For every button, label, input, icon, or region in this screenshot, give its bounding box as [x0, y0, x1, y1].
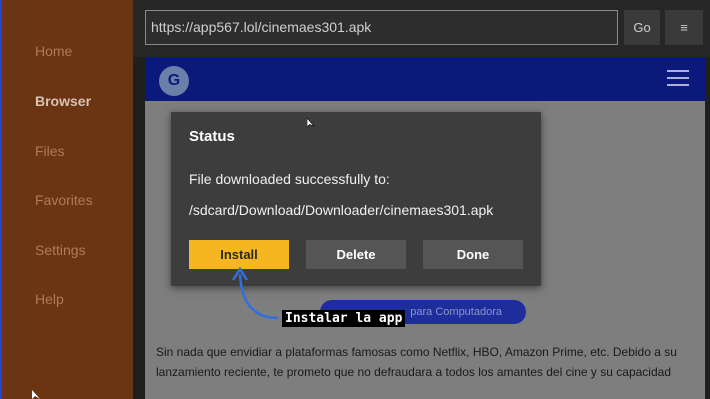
sidebar-item-settings[interactable]: Settings — [35, 242, 86, 258]
annotation-label: Instalar la app — [282, 310, 406, 327]
paragraph-line-2: lanzamiento reciente, te prometo que no … — [156, 365, 671, 379]
sidebar-item-favorites[interactable]: Favorites — [35, 192, 93, 208]
download-path: /sdcard/Download/Downloader/cinemaes301.… — [189, 202, 494, 218]
article-paragraph: Sin nada que envidiar a plataformas famo… — [156, 342, 701, 382]
sidebar: Home Browser Files Favorites Settings He… — [0, 0, 133, 399]
url-input[interactable]: https://app567.lol/cinemaes301.apk — [145, 10, 618, 45]
install-button[interactable]: Install — [189, 240, 289, 269]
menu-button[interactable]: ≡ — [665, 10, 703, 45]
menu-icon: ≡ — [680, 20, 688, 35]
sidebar-item-home[interactable]: Home — [35, 43, 72, 59]
cursor-icon — [307, 118, 315, 128]
sidebar-item-files[interactable]: Files — [35, 143, 65, 159]
sidebar-item-browser[interactable]: Browser — [35, 93, 91, 109]
dialog-title: Status — [189, 128, 235, 145]
site-logo[interactable]: G — [159, 66, 189, 96]
annotation-arrow-icon — [231, 266, 279, 320]
dialog-message: File downloaded successfully to: — [189, 171, 390, 187]
hamburger-icon[interactable] — [667, 70, 689, 86]
sidebar-item-help[interactable]: Help — [35, 291, 64, 307]
go-button[interactable]: Go — [624, 10, 660, 45]
mouse-pointer-icon — [32, 390, 40, 399]
browser-toolbar: https://app567.lol/cinemaes301.apk Go ≡ — [133, 0, 710, 57]
status-dialog: Status File downloaded successfully to: … — [171, 112, 541, 286]
done-button[interactable]: Done — [423, 240, 523, 269]
delete-button[interactable]: Delete — [306, 240, 406, 269]
site-header: G — [145, 57, 705, 101]
paragraph-line-1: Sin nada que envidiar a plataformas famo… — [156, 345, 677, 359]
